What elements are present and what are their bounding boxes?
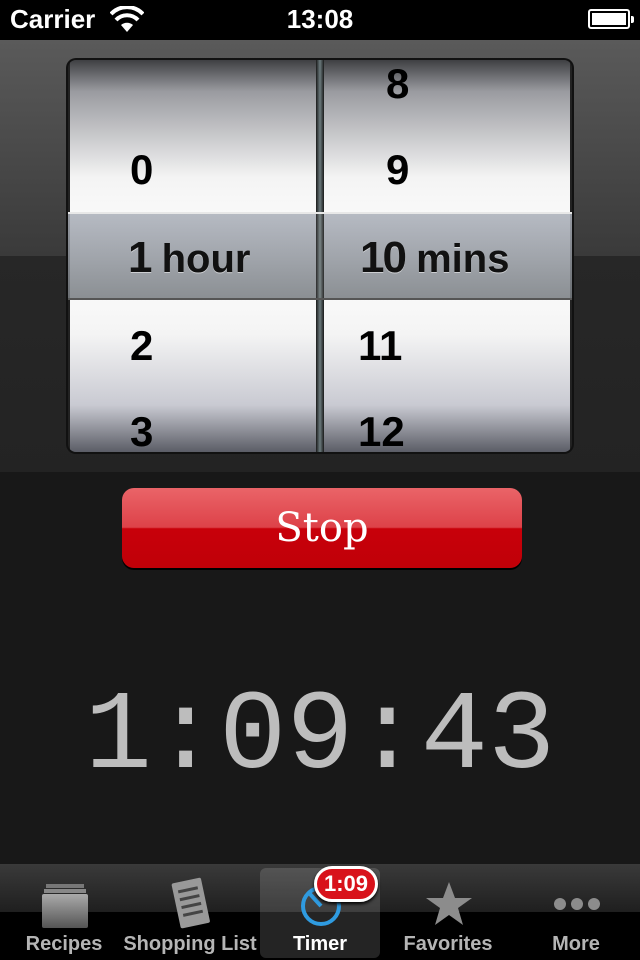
stop-button[interactable]: Stop <box>122 488 522 568</box>
hours-option[interactable]: 2 <box>130 322 153 370</box>
shopping-list-icon <box>171 877 210 929</box>
minutes-option[interactable]: 9 <box>386 146 409 194</box>
selected-hours-unit: hour <box>161 237 251 281</box>
status-time: 13:08 <box>286 4 354 34</box>
timer-badge: 1:09 <box>314 866 378 902</box>
minutes-option[interactable]: 11 <box>358 322 402 370</box>
battery-icon <box>588 9 634 29</box>
status-bar: Carrier 13:08 <box>0 0 640 40</box>
selected-hours: 1 hour <box>128 234 250 283</box>
tab-more[interactable]: More <box>516 868 636 958</box>
tab-label: Shopping List <box>123 933 257 955</box>
star-icon <box>426 882 472 925</box>
selected-minutes-value: 10 <box>360 233 407 282</box>
recipe-box-icon <box>42 884 88 928</box>
tab-label: More <box>552 933 600 955</box>
more-dots-icon <box>554 898 600 910</box>
tab-label: Recipes <box>25 933 103 955</box>
countdown-display: 1:09:43 <box>84 674 556 801</box>
tab-label: Timer <box>292 933 348 955</box>
selected-minutes: 10 mins <box>360 234 509 283</box>
tab-label: Favorites <box>403 933 493 955</box>
hours-option[interactable]: 3 <box>130 408 153 452</box>
tab-favorites[interactable]: Favorites <box>388 868 508 958</box>
hours-option[interactable]: 0 <box>130 146 153 194</box>
selected-hours-value: 1 <box>128 233 153 282</box>
minutes-option[interactable]: 8 <box>386 60 409 108</box>
minutes-option[interactable]: 12 <box>358 408 405 452</box>
tab-shopping-list[interactable]: Shopping List <box>123 868 257 958</box>
selected-minutes-unit: mins <box>416 237 510 281</box>
picker-selection-indicator: 1 hour 10 mins <box>68 212 572 300</box>
selection-divider <box>316 214 324 298</box>
tab-recipes[interactable]: Recipes <box>4 868 124 958</box>
